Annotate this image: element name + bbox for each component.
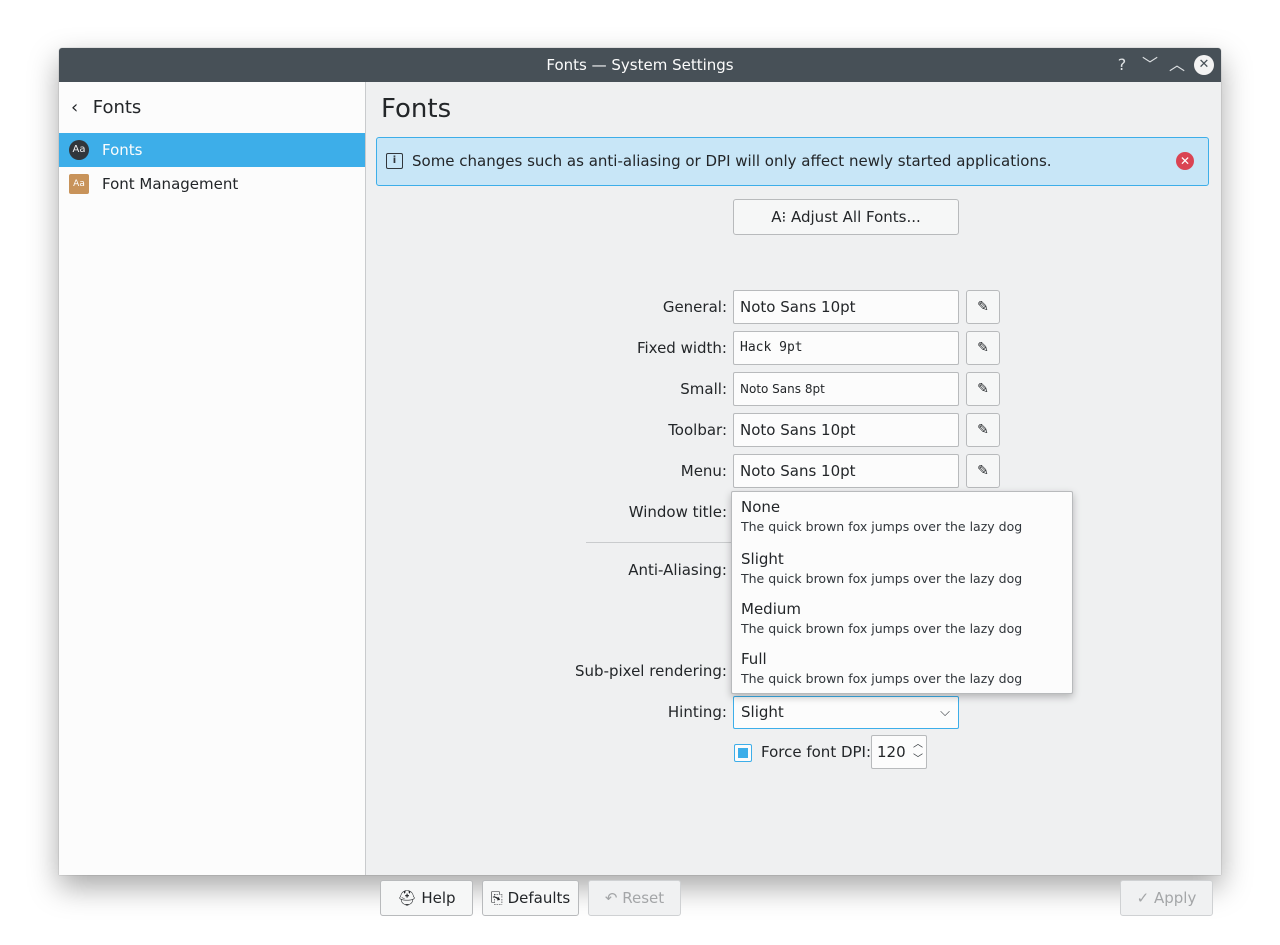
sidebar-item-font-management[interactable]: Aa Font Management: [59, 167, 365, 201]
option-name: Full: [741, 650, 767, 668]
hinting-value: Slight: [741, 703, 784, 721]
apply-label: Apply: [1154, 889, 1197, 907]
title-bar[interactable]: Fonts — System Settings ? ﹀ ︿ ✕: [59, 48, 1221, 82]
dropdown-option-full[interactable]: Full The quick brown fox jumps over the …: [741, 650, 1061, 687]
info-banner: i Some changes such as anti-aliasing or …: [376, 137, 1209, 186]
subpixel-rendering-label: Sub-pixel rendering:: [575, 662, 727, 680]
fixed-width-font-edit-button[interactable]: ✎: [966, 331, 1000, 365]
menu-font-field: Noto Sans 10pt: [733, 454, 959, 488]
anti-aliasing-label: Anti-Aliasing:: [628, 561, 727, 579]
defaults-label: Defaults: [507, 889, 571, 907]
minimize-icon[interactable]: ﹀: [1139, 48, 1161, 82]
pencil-icon: ✎: [977, 422, 989, 438]
sidebar-item-label: Fonts: [102, 141, 143, 159]
apply-button[interactable]: ✓ Apply: [1120, 880, 1213, 916]
spin-up-icon[interactable]: ︿: [913, 737, 923, 752]
dpi-spinbox[interactable]: 120 ︿ ﹀: [871, 735, 927, 769]
pencil-icon: ✎: [977, 463, 989, 479]
window-title: Fonts — System Settings: [546, 56, 734, 74]
sidebar-item-label: Font Management: [102, 175, 239, 193]
adjust-fonts-icon: A⁝: [771, 208, 787, 226]
fixed-width-font-field: Hack 9pt: [733, 331, 959, 365]
separator: [586, 542, 736, 543]
reset-label: Reset: [622, 889, 665, 907]
dropdown-option-slight[interactable]: Slight The quick brown fox jumps over th…: [741, 550, 1061, 587]
spin-down-icon[interactable]: ﹀: [913, 752, 923, 767]
sidebar: ‹ Fonts Aa Fonts Aa Font Management: [59, 82, 366, 875]
fonts-icon: Aa: [69, 140, 89, 160]
defaults-button[interactable]: ⎘ Defaults: [482, 880, 579, 916]
sidebar-item-fonts[interactable]: Aa Fonts: [59, 133, 365, 167]
font-management-icon: Aa: [69, 174, 89, 194]
sidebar-back-button[interactable]: ‹ Fonts: [71, 96, 141, 120]
hinting-dropdown-list: None The quick brown fox jumps over the …: [731, 491, 1073, 694]
help-button[interactable]: ⛑ Help: [380, 880, 473, 916]
pencil-icon: ✎: [977, 299, 989, 315]
maximize-icon[interactable]: ︿: [1166, 48, 1188, 82]
toolbar-font-field: Noto Sans 10pt: [733, 413, 959, 447]
chevron-down-icon: ⌵: [940, 705, 950, 720]
main-panel: Fonts i Some changes such as anti-aliasi…: [366, 82, 1221, 916]
help-label: Help: [421, 889, 456, 907]
dpi-value: 120: [877, 743, 906, 761]
spin-arrows[interactable]: ︿ ﹀: [913, 737, 923, 767]
option-sample: The quick brown fox jumps over the lazy …: [741, 519, 1023, 534]
option-sample: The quick brown fox jumps over the lazy …: [741, 571, 1023, 586]
toolbar-font-edit-button[interactable]: ✎: [966, 413, 1000, 447]
toolbar-font-label: Toolbar:: [668, 421, 727, 439]
option-name: Slight: [741, 550, 784, 568]
pencil-icon: ✎: [977, 381, 989, 397]
small-font-label: Small:: [680, 380, 727, 398]
force-dpi-label: Force font DPI:: [761, 743, 872, 761]
menu-font-label: Menu:: [680, 462, 727, 480]
option-sample: The quick brown fox jumps over the lazy …: [741, 671, 1023, 686]
checkmark-icon: ✓: [1136, 889, 1150, 907]
help-icon: ⛑: [397, 889, 417, 907]
dropdown-option-medium[interactable]: Medium The quick brown fox jumps over th…: [741, 600, 1061, 637]
general-font-field: Noto Sans 10pt: [733, 290, 959, 324]
adjust-all-fonts-label: Adjust All Fonts...: [791, 208, 921, 226]
window-title-font-label: Window title:: [628, 503, 727, 521]
info-icon: i: [386, 153, 403, 169]
close-banner-icon[interactable]: ✕: [1176, 152, 1194, 170]
dropdown-option-none[interactable]: None The quick brown fox jumps over the …: [741, 498, 1061, 535]
settings-window: Fonts — System Settings ? ﹀ ︿ ✕ ‹ Fonts …: [59, 48, 1221, 916]
option-name: Medium: [741, 600, 801, 618]
page-title: Fonts: [381, 94, 452, 124]
reset-icon: ↶: [604, 889, 618, 907]
hinting-label: Hinting:: [667, 703, 727, 721]
general-font-label: General:: [662, 298, 727, 316]
menu-font-edit-button[interactable]: ✎: [966, 454, 1000, 488]
checkbox-checked-indicator: [738, 748, 748, 758]
reset-button[interactable]: ↶ Reset: [588, 880, 681, 916]
help-icon[interactable]: ?: [1111, 48, 1133, 82]
sidebar-header-title: Fonts: [92, 97, 142, 118]
chevron-left-icon: ‹: [71, 97, 79, 118]
small-font-edit-button[interactable]: ✎: [966, 372, 1000, 406]
option-sample: The quick brown fox jumps over the lazy …: [741, 621, 1023, 636]
general-font-edit-button[interactable]: ✎: [966, 290, 1000, 324]
adjust-all-fonts-button[interactable]: A⁝ Adjust All Fonts...: [733, 199, 959, 235]
close-window-icon[interactable]: ✕: [1194, 55, 1214, 75]
force-dpi-checkbox[interactable]: [734, 744, 752, 762]
defaults-icon: ⎘: [490, 889, 503, 907]
hinting-combobox[interactable]: Slight ⌵: [733, 696, 959, 729]
banner-message: Some changes such as anti-aliasing or DP…: [412, 152, 1052, 170]
fixed-width-font-label: Fixed width:: [636, 339, 727, 357]
small-font-field: Noto Sans 8pt: [733, 372, 959, 406]
option-name: None: [741, 498, 781, 516]
pencil-icon: ✎: [977, 340, 989, 356]
